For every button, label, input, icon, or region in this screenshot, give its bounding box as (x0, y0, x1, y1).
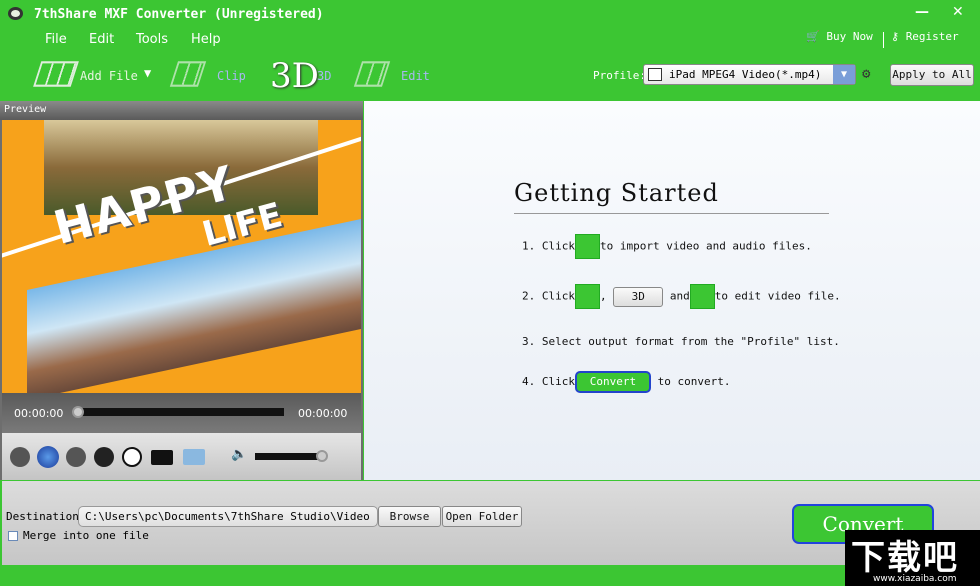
close-button[interactable]: ✕ (952, 4, 964, 20)
output-settings-bar: Destination: C:\Users\pc\Documents\7thSh… (2, 481, 980, 565)
volume-slider[interactable] (255, 453, 321, 460)
step-2-number: 2. Click (522, 289, 575, 303)
window-title: 7thShare MXF Converter (Unregistered) (34, 7, 324, 22)
edit-label: Edit (401, 69, 430, 83)
play-icon[interactable] (37, 446, 59, 468)
divider (883, 32, 884, 48)
and-text: and (669, 289, 690, 303)
browse-button[interactable]: Browse (378, 506, 441, 527)
apply-to-all-button[interactable]: Apply to All (890, 64, 974, 86)
3d-label: 3D (317, 69, 332, 83)
step-2-text: to edit video file. (714, 289, 841, 303)
minimize-button[interactable]: — (915, 4, 929, 20)
snapshot-camera-icon[interactable] (151, 450, 173, 465)
menu-file[interactable]: File (45, 32, 67, 47)
register-link[interactable]: ⚷ Register (891, 30, 959, 43)
device-icon (648, 68, 662, 81)
comma: , (599, 289, 607, 303)
folder-icon[interactable] (183, 449, 205, 465)
edit-icon (689, 284, 715, 309)
preview-label: Preview (0, 101, 363, 120)
watermark-text: 下载吧 (851, 538, 959, 578)
3d-icon: 3D (270, 56, 319, 96)
key-icon: ⚷ (891, 30, 900, 43)
merge-label: Merge into one file (23, 529, 149, 542)
getting-started-panel: Getting Started 1. Click to import video … (364, 101, 980, 480)
film-icon (33, 61, 79, 87)
preview-panel: Preview HAPPY LIFE 00:00:00 00:00:00 🔈 (0, 101, 363, 480)
edit-icon (353, 61, 391, 87)
menu-edit[interactable]: Edit (89, 32, 114, 47)
clip-label: Clip (217, 69, 246, 83)
register-label: Register (905, 30, 959, 43)
step-4-text: to convert. (657, 375, 731, 388)
volume-handle[interactable] (316, 450, 328, 462)
watermark-logo: 下载吧 www.xiazaiba.com (845, 530, 980, 586)
mute-speaker-icon[interactable]: 🔈 (231, 447, 247, 462)
watermark-url: www.xiazaiba.com (873, 574, 957, 584)
step-1: 1. Click to import video and audio files. (522, 234, 812, 259)
chevron-down-icon[interactable]: ▼ (833, 65, 855, 84)
fast-forward-icon[interactable] (66, 447, 86, 467)
cart-icon: 🛒 (806, 30, 820, 43)
merge-checkbox[interactable] (8, 531, 18, 541)
title-underline (514, 213, 829, 214)
clip-icon (169, 61, 207, 87)
profile-select[interactable]: iPad MPEG4 Video(*.mp4) ▼ (643, 64, 856, 85)
title-bar: 7thShare MXF Converter (Unregistered) — … (0, 0, 980, 28)
current-time: 00:00:00 (14, 407, 64, 420)
timeline-bar: 00:00:00 00:00:00 (2, 393, 361, 433)
dropdown-arrow-icon[interactable]: ▼ (144, 66, 151, 80)
profile-label: Profile: (593, 69, 646, 82)
buy-now-link[interactable]: 🛒 Buy Now (806, 30, 873, 43)
destination-label: Destination: (6, 510, 86, 523)
playback-controls: 🔈 (2, 433, 361, 480)
settings-gear-icon[interactable]: ⚙ (862, 66, 870, 82)
open-folder-button[interactable]: Open Folder (442, 506, 522, 527)
step-4: 4. Click Convert to convert. (522, 371, 730, 393)
clip-icon (574, 284, 600, 309)
app-logo-icon (8, 7, 23, 20)
total-time: 00:00:00 (298, 407, 348, 420)
add-file-label: Add File (80, 69, 138, 83)
step-3: 3. Select output format from the "Profil… (522, 335, 840, 348)
menu-help[interactable]: Help (191, 32, 221, 47)
stop-icon[interactable] (94, 447, 114, 467)
rewind-icon[interactable] (10, 447, 30, 467)
destination-input[interactable]: C:\Users\pc\Documents\7thShare Studio\Vi… (78, 506, 378, 527)
convert-inline-button: Convert (574, 371, 651, 393)
profile-value: iPad MPEG4 Video(*.mp4) (669, 68, 822, 81)
step-1-number: 1. Click (522, 239, 575, 253)
getting-started-title: Getting Started (514, 179, 719, 207)
buy-now-label: Buy Now (826, 30, 873, 43)
video-preview: HAPPY LIFE (2, 120, 361, 393)
step-2: 2. Click, 3D and to edit video file. (522, 284, 841, 309)
next-frame-icon[interactable] (122, 447, 142, 467)
seek-handle[interactable] (72, 406, 84, 418)
step-1-text: to import video and audio files. (599, 239, 812, 253)
3d-inline-button: 3D (613, 286, 664, 307)
menu-tools[interactable]: Tools (136, 32, 168, 47)
add-file-icon (574, 234, 600, 259)
seek-slider[interactable] (74, 408, 284, 416)
step-4-number: 4. Click (522, 375, 575, 388)
